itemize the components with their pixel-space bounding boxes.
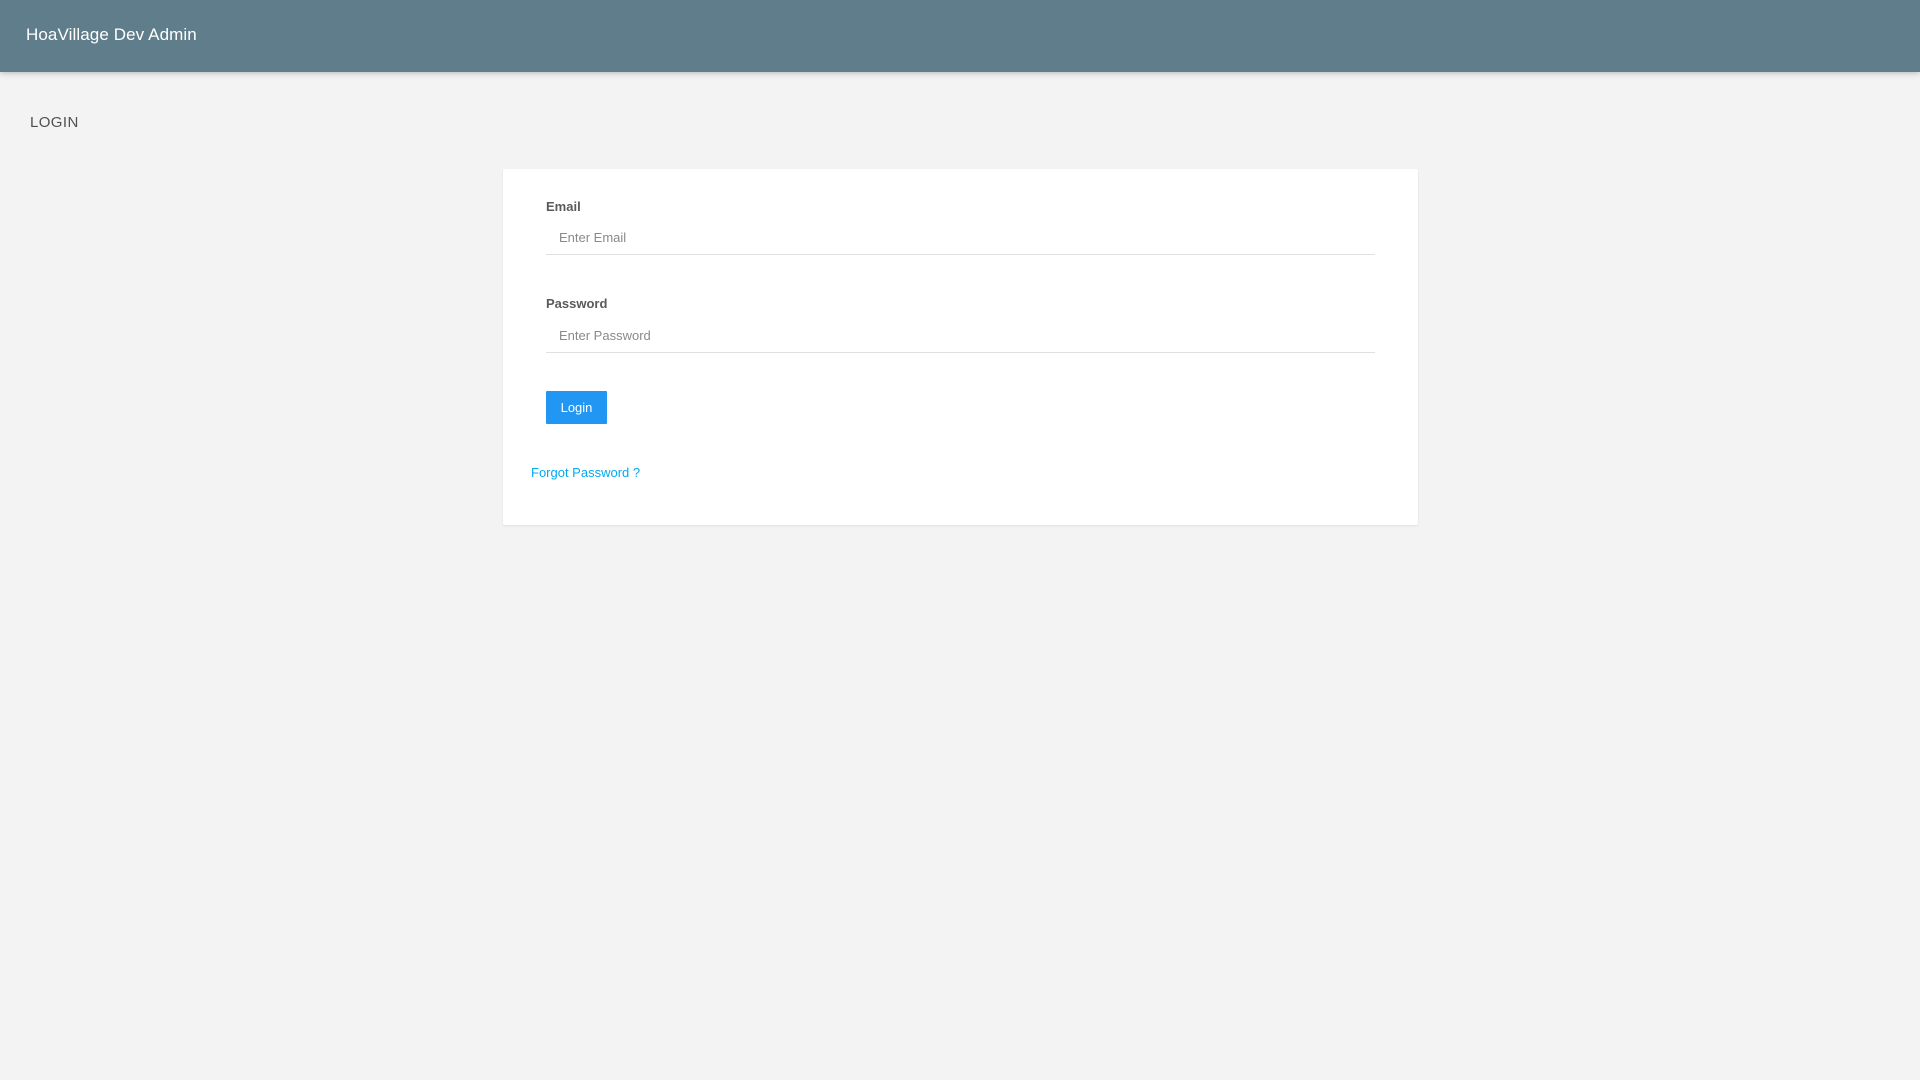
forgot-password-link[interactable]: Forgot Password ? [531, 465, 640, 480]
email-input[interactable] [546, 221, 1375, 255]
top-app-bar: HoaVillage Dev Admin [0, 0, 1920, 72]
app-title: HoaVillage Dev Admin [26, 25, 197, 44]
login-card: Email Password Login Forgot Password ? [503, 169, 1418, 525]
login-button[interactable]: Login [546, 391, 607, 424]
page-title: LOGIN [30, 114, 79, 131]
email-label: Email [546, 199, 581, 214]
password-input[interactable] [546, 319, 1375, 353]
password-label: Password [546, 296, 608, 311]
